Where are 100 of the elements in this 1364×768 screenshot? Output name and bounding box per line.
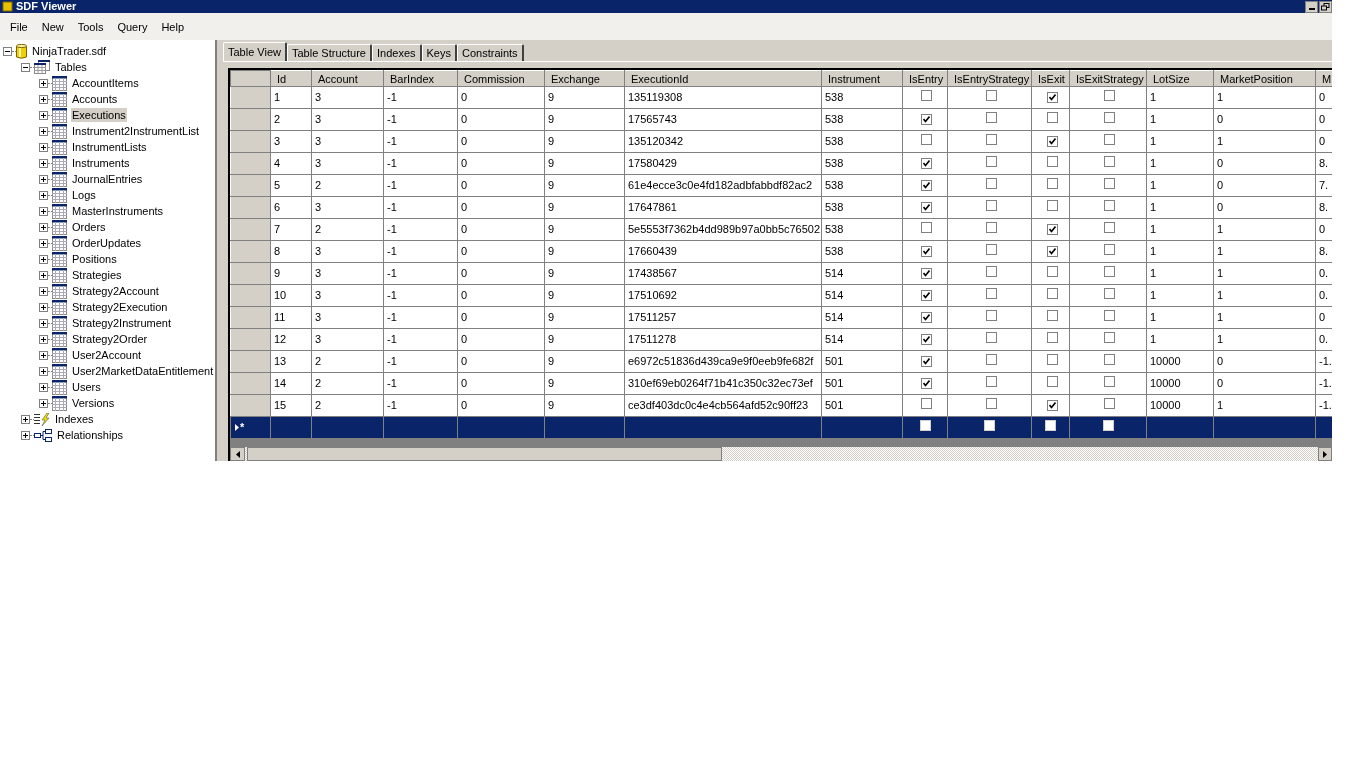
checkbox[interactable] — [1046, 310, 1058, 322]
checkbox[interactable] — [1046, 178, 1058, 190]
checkbox[interactable] — [1046, 92, 1058, 104]
column-header[interactable]: Exchange — [544, 70, 625, 87]
checkbox[interactable] — [985, 332, 997, 344]
checkbox[interactable] — [985, 178, 997, 190]
checkbox[interactable] — [921, 378, 932, 390]
tree-item[interactable]: Users — [71, 380, 102, 394]
tab[interactable]: Keys — [421, 44, 457, 61]
menu-item[interactable]: File — [3, 19, 35, 34]
menu-item[interactable]: Tools — [70, 19, 111, 34]
checkbox[interactable] — [921, 312, 932, 324]
row-header[interactable] — [230, 306, 271, 329]
tree-item[interactable]: Versions — [71, 396, 116, 410]
expand-icon[interactable] — [39, 270, 48, 280]
checkbox[interactable] — [985, 112, 997, 124]
row-header[interactable] — [230, 394, 271, 417]
tree-item[interactable]: MasterInstruments — [71, 204, 165, 218]
checkbox[interactable] — [985, 244, 997, 256]
tab[interactable]: Table View — [223, 42, 287, 61]
row-header[interactable] — [230, 262, 271, 285]
scroll-left-button[interactable] — [230, 447, 245, 461]
checkbox[interactable] — [1104, 354, 1115, 366]
checkbox[interactable] — [921, 398, 932, 410]
checkbox[interactable] — [1046, 200, 1058, 212]
checkbox[interactable] — [1104, 244, 1115, 256]
expand-icon[interactable] — [39, 350, 48, 360]
column-header[interactable]: IsEntryStrategy — [947, 70, 1032, 87]
expand-icon[interactable] — [39, 238, 48, 248]
checkbox[interactable] — [985, 156, 997, 168]
tree-item[interactable]: Instruments — [71, 156, 131, 170]
minimize-button[interactable] — [1305, 0, 1318, 13]
tree-item[interactable]: Relationships — [56, 428, 125, 442]
column-header[interactable]: ExecutionId — [624, 70, 822, 87]
row-header[interactable] — [230, 328, 271, 351]
checkbox[interactable] — [985, 376, 997, 388]
checkbox[interactable] — [985, 310, 997, 322]
tab[interactable]: Constraints — [457, 44, 524, 61]
checkbox[interactable] — [1104, 332, 1115, 344]
expand-icon[interactable] — [39, 398, 48, 408]
checkbox[interactable] — [1104, 90, 1115, 102]
row-header[interactable] — [230, 218, 271, 241]
restore-button[interactable] — [1319, 0, 1332, 13]
checkbox[interactable] — [921, 334, 932, 346]
checkbox[interactable] — [985, 398, 997, 410]
tree-item[interactable]: Strategy2Order — [71, 332, 149, 346]
tree-item[interactable]: NinjaTrader.sdf — [31, 44, 108, 58]
column-header[interactable]: BarIndex — [383, 70, 458, 87]
checkbox[interactable] — [1104, 310, 1115, 322]
checkbox[interactable] — [1046, 224, 1058, 236]
tree-item[interactable]: Positions — [71, 252, 118, 266]
horizontal-scrollbar[interactable] — [230, 447, 1332, 461]
checkbox[interactable] — [921, 268, 932, 280]
expand-icon[interactable] — [39, 110, 48, 120]
checkbox[interactable] — [1104, 134, 1115, 146]
expand-icon[interactable] — [39, 206, 48, 216]
checkbox[interactable] — [1104, 200, 1115, 212]
tree-item[interactable]: JournalEntries — [71, 172, 144, 186]
menu-item[interactable]: New — [34, 19, 71, 34]
tree-item[interactable]: User2Account — [71, 348, 143, 362]
expand-icon[interactable] — [39, 254, 48, 264]
expand-icon[interactable] — [39, 174, 48, 184]
row-header[interactable] — [230, 130, 271, 153]
checkbox[interactable] — [985, 288, 997, 300]
tree-item[interactable]: Tables — [54, 60, 88, 74]
tree-item[interactable]: AccountItems — [71, 76, 140, 90]
column-header[interactable]: Id — [270, 70, 312, 87]
column-header[interactable]: LotSize — [1146, 70, 1214, 87]
row-header[interactable] — [230, 108, 271, 131]
tree-item[interactable]: Executions — [71, 108, 127, 122]
scroll-right-button[interactable] — [1318, 447, 1332, 461]
checkbox[interactable] — [1104, 266, 1115, 278]
column-header[interactable]: Commission — [457, 70, 545, 87]
column-header[interactable]: IsExitStrategy — [1069, 70, 1147, 87]
expand-icon[interactable] — [21, 414, 30, 424]
expand-icon[interactable] — [39, 334, 48, 344]
checkbox[interactable] — [1104, 156, 1115, 168]
checkbox[interactable] — [921, 222, 932, 234]
checkbox[interactable] — [1046, 246, 1058, 258]
tree-item[interactable]: Indexes — [54, 412, 95, 426]
tree-item[interactable]: Instrument2InstrumentList — [71, 124, 201, 138]
row-header[interactable] — [230, 196, 271, 219]
checkbox[interactable] — [921, 158, 932, 170]
row-header[interactable] — [230, 372, 271, 395]
collapse-icon[interactable] — [21, 62, 30, 72]
column-header[interactable]: Account — [311, 70, 384, 87]
checkbox[interactable] — [921, 202, 932, 214]
checkbox[interactable] — [921, 180, 932, 192]
row-header[interactable] — [230, 240, 271, 263]
checkbox[interactable] — [1046, 376, 1058, 388]
tree-item[interactable]: User2MarketDataEntitlement — [71, 364, 215, 378]
checkbox[interactable] — [985, 134, 997, 146]
tree-item[interactable]: Strategy2Instrument — [71, 316, 173, 330]
expand-icon[interactable] — [39, 382, 48, 392]
column-header[interactable]: IsEntry — [902, 70, 948, 87]
checkbox[interactable] — [1046, 288, 1058, 300]
tree-item[interactable]: OrderUpdates — [71, 236, 143, 250]
expand-icon[interactable] — [39, 286, 48, 296]
tree-item[interactable]: Strategy2Account — [71, 284, 160, 298]
menu-item[interactable]: Query — [110, 19, 155, 34]
